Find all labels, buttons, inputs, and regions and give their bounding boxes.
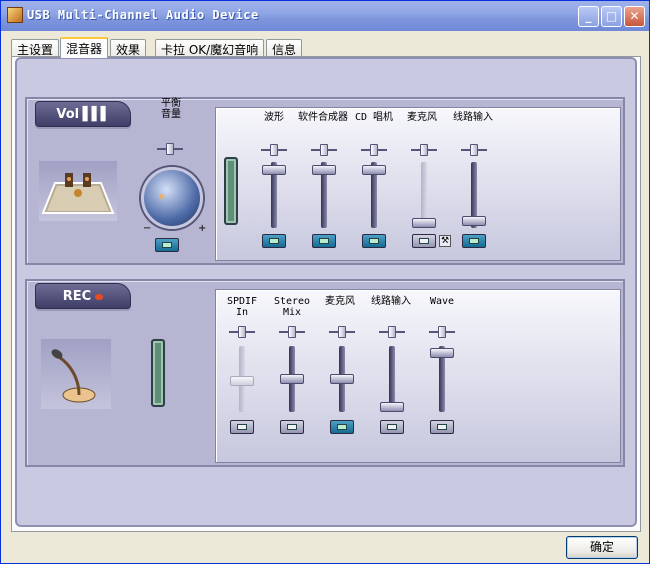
mute-button-cd[interactable]: [362, 234, 386, 248]
volume-slider-spdif-in[interactable]: [230, 376, 254, 386]
channel-label-stereo-mix: Stereo Mix: [273, 296, 311, 318]
select-button-stereo-mix[interactable]: [280, 420, 304, 434]
channel-label-mic: 麦克风: [407, 112, 437, 123]
speaker-stage-icon: [39, 161, 117, 221]
select-button-rec-wave[interactable]: [430, 420, 454, 434]
volume-minus-label: −: [143, 223, 152, 234]
tab-karaoke[interactable]: 卡拉 OK/魔幻音响: [155, 39, 265, 57]
channel-label-cd: CD 唱机: [354, 112, 394, 123]
volume-slider-synth[interactable]: [312, 165, 336, 175]
select-button-rec-line-in[interactable]: [380, 420, 404, 434]
playback-channels: 波形 软件合成器 CD 唱机 麦克风 ⚒ 线路输入: [215, 107, 621, 261]
tab-effects[interactable]: 效果: [110, 39, 147, 57]
mixer-window: USB Multi-Channel Audio Device _ □ ✕ 主设置…: [0, 0, 650, 564]
balance-slider-spdif-in[interactable]: [229, 326, 255, 338]
tab-mixer[interactable]: 混音器: [60, 37, 109, 58]
volume-slider-rec-line-in[interactable]: [380, 402, 404, 412]
maximize-button[interactable]: □: [601, 6, 622, 27]
wrench-icon[interactable]: ⚒: [439, 235, 451, 247]
volume-slider-wave[interactable]: [262, 165, 286, 175]
channel-label-rec-wave: Wave: [429, 296, 455, 307]
volume-plus-label: +: [198, 223, 207, 234]
balance-slider-synth[interactable]: [311, 144, 337, 156]
tab-info[interactable]: 信息: [266, 39, 303, 57]
balance-slider[interactable]: [157, 143, 183, 155]
channel-label-spdif-in: SPDIF In: [226, 296, 258, 318]
minimize-button[interactable]: _: [578, 6, 599, 27]
channel-label-rec-line-in: 线路输入: [371, 296, 411, 307]
balance-slider-wave[interactable]: [261, 144, 287, 156]
volume-slider-cd[interactable]: [362, 165, 386, 175]
balance-slider-cd[interactable]: [361, 144, 387, 156]
playback-panel: Vol ▌▌▌ 平衡 音量 − + 波形 软件合成器 CD 唱机 麦克风 ⚒ 线…: [25, 97, 625, 265]
close-button[interactable]: ✕: [624, 6, 645, 27]
speaker-app-icon: [7, 7, 23, 23]
tab-main-settings[interactable]: 主设置: [11, 39, 60, 57]
mute-button-synth[interactable]: [312, 234, 336, 248]
record-badge: REC: [35, 283, 131, 309]
channel-label-synth: 软件合成器: [298, 112, 348, 123]
channel-label-line-in: 线路输入: [453, 112, 493, 123]
mute-button-wave[interactable]: [262, 234, 286, 248]
mixer-area: Vol ▌▌▌ 平衡 音量 − + 波形 软件合成器 CD 唱机 麦克风 ⚒ 线…: [15, 57, 637, 527]
microphone-icon: [41, 339, 111, 409]
volume-slider-mic[interactable]: [412, 218, 436, 228]
mute-button-line-in[interactable]: [462, 234, 486, 248]
select-button-rec-mic[interactable]: [330, 420, 354, 434]
window-title: USB Multi-Channel Audio Device: [27, 8, 259, 22]
balance-slider-line-in[interactable]: [461, 144, 487, 156]
mute-button-mic[interactable]: [412, 234, 436, 248]
master-volume-knob[interactable]: [141, 167, 203, 229]
record-channels: SPDIF In Stereo Mix 麦克风 线路输入 Wave: [215, 289, 621, 463]
volume-slider-line-in[interactable]: [462, 216, 486, 226]
volume-slider-rec-mic[interactable]: [330, 374, 354, 384]
volume-slider-stereo-mix[interactable]: [280, 374, 304, 384]
balance-slider-rec-mic[interactable]: [329, 326, 355, 338]
balance-slider-stereo-mix[interactable]: [279, 326, 305, 338]
volume-slider-rec-wave[interactable]: [430, 348, 454, 358]
channel-label-wave: 波形: [264, 112, 284, 123]
balance-slider-rec-wave[interactable]: [429, 326, 455, 338]
balance-label: 平衡 音量: [161, 98, 181, 120]
title-bar[interactable]: USB Multi-Channel Audio Device _ □ ✕: [1, 1, 649, 31]
select-button-spdif-in[interactable]: [230, 420, 254, 434]
playback-level-meter: [224, 157, 238, 225]
master-mute-button[interactable]: [155, 238, 179, 252]
record-level-meter: [151, 339, 165, 407]
balance-slider-rec-line-in[interactable]: [379, 326, 405, 338]
volume-badge: Vol ▌▌▌: [35, 101, 131, 127]
ok-button[interactable]: 确定: [566, 536, 638, 559]
channel-label-rec-mic: 麦克风: [325, 296, 355, 307]
record-panel: REC SPDIF In Stereo Mix 麦克风 线路输入 Wave: [25, 279, 625, 467]
balance-slider-mic[interactable]: [411, 144, 437, 156]
